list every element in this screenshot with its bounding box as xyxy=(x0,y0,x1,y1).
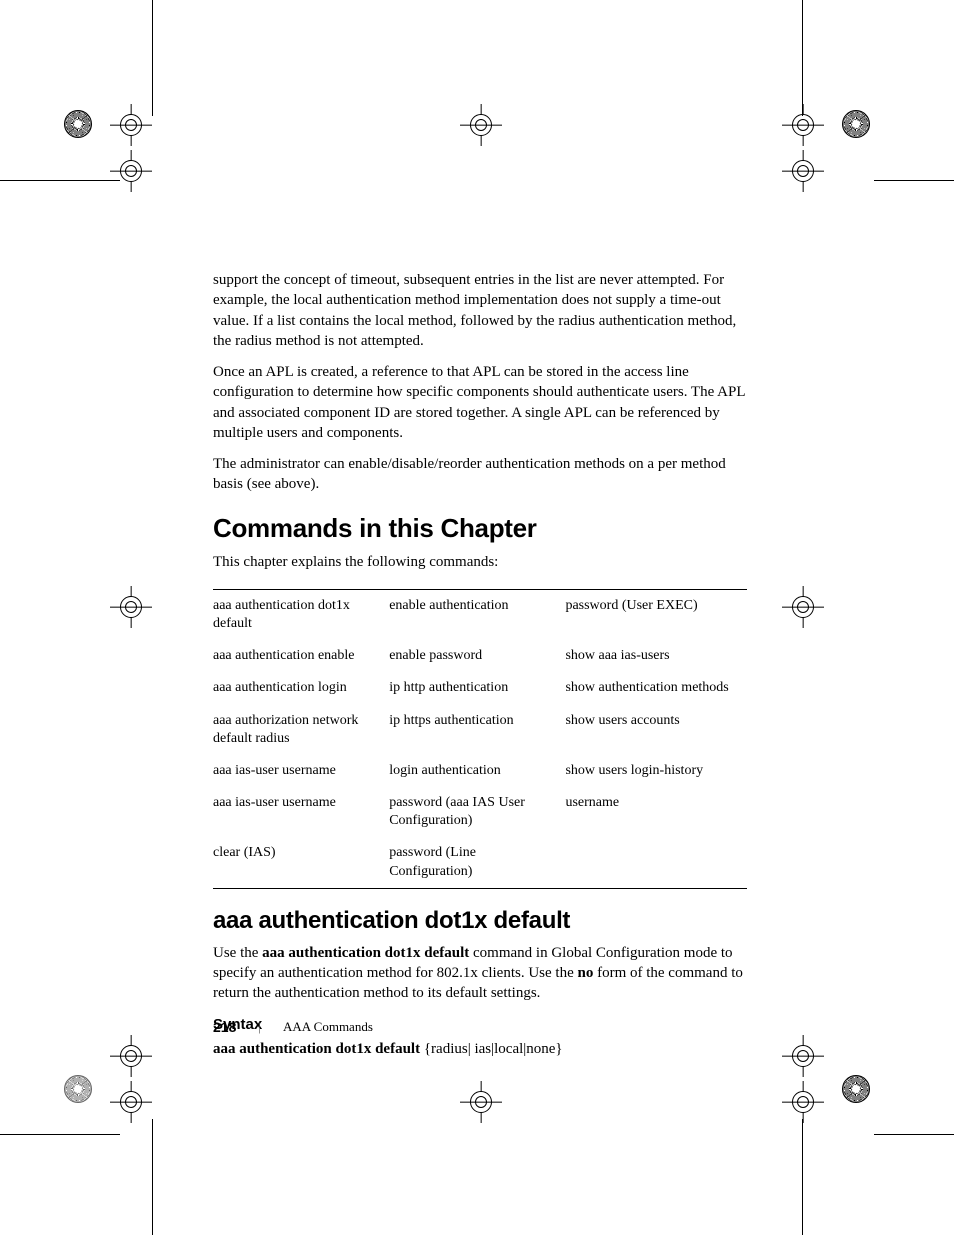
page-footer: 218 | AAA Commands xyxy=(213,1019,373,1035)
crop-mark xyxy=(782,562,892,672)
section-intro: This chapter explains the following comm… xyxy=(213,552,747,572)
body-paragraph: support the concept of timeout, subseque… xyxy=(213,270,747,351)
table-cell: username xyxy=(565,787,747,837)
table-cell: password (Line Configuration) xyxy=(389,837,565,888)
table-row: aaa authentication dot1x defaultenable a… xyxy=(213,589,747,640)
table-cell: aaa ias-user username xyxy=(213,755,389,787)
command-name-bold: aaa authentication dot1x default xyxy=(262,945,469,961)
table-cell: password (User EXEC) xyxy=(565,589,747,640)
commands-table: aaa authentication dot1x defaultenable a… xyxy=(213,589,747,889)
table-cell: show authentication methods xyxy=(565,672,747,704)
table-cell xyxy=(565,837,747,888)
table-cell: login authentication xyxy=(389,755,565,787)
command-description: Use the aaa authentication dot1x default… xyxy=(213,943,747,1004)
table-row: aaa ias-user usernamelogin authenticatio… xyxy=(213,755,747,787)
syntax-command-bold: aaa authentication dot1x default xyxy=(213,1041,420,1057)
crop-mark xyxy=(72,1045,182,1155)
table-row: aaa authentication loginip http authenti… xyxy=(213,672,747,704)
guide-line xyxy=(0,180,120,181)
guide-line xyxy=(152,1119,153,1235)
footer-separator: | xyxy=(258,1019,261,1035)
table-cell: aaa authentication login xyxy=(213,672,389,704)
table-cell: show users accounts xyxy=(565,705,747,755)
syntax-line: aaa authentication dot1x default {radius… xyxy=(213,1039,747,1059)
crop-mark xyxy=(422,80,532,190)
guide-line xyxy=(874,1134,954,1135)
section-heading-commands: Commands in this Chapter xyxy=(213,513,747,544)
table-row: aaa ias-user usernamepassword (aaa IAS U… xyxy=(213,787,747,837)
crop-mark xyxy=(782,80,892,190)
body-paragraph: The administrator can enable/disable/reo… xyxy=(213,454,747,495)
guide-line xyxy=(802,1119,803,1235)
chapter-name: AAA Commands xyxy=(283,1019,373,1035)
page-number: 218 xyxy=(213,1019,236,1035)
syntax-args: {radius| ias|local|none} xyxy=(420,1041,563,1057)
text: Use the xyxy=(213,945,262,961)
table-cell: aaa authorization network default radius xyxy=(213,705,389,755)
keyword-bold: no xyxy=(577,965,593,981)
table-cell: password (aaa IAS User Configuration) xyxy=(389,787,565,837)
table-cell: aaa ias-user username xyxy=(213,787,389,837)
table-cell: aaa authentication dot1x default xyxy=(213,589,389,640)
table-cell: enable password xyxy=(389,640,565,672)
table-cell: clear (IAS) xyxy=(213,837,389,888)
guide-line xyxy=(874,180,954,181)
body-paragraph: Once an APL is created, a reference to t… xyxy=(213,362,747,443)
guide-line xyxy=(152,0,153,116)
guide-line xyxy=(0,1134,120,1135)
crop-mark xyxy=(782,1045,892,1155)
table-row: aaa authorization network default radius… xyxy=(213,705,747,755)
table-row: aaa authentication enableenable password… xyxy=(213,640,747,672)
table-cell: ip http authentication xyxy=(389,672,565,704)
crop-mark xyxy=(72,80,182,190)
table-cell: show aaa ias-users xyxy=(565,640,747,672)
table-cell: aaa authentication enable xyxy=(213,640,389,672)
table-cell: ip https authentication xyxy=(389,705,565,755)
table-cell: enable authentication xyxy=(389,589,565,640)
guide-line xyxy=(802,0,803,116)
page-content: support the concept of timeout, subseque… xyxy=(213,270,747,1070)
crop-mark xyxy=(72,562,182,672)
section-heading-aaa-auth: aaa authentication dot1x default xyxy=(213,907,747,935)
table-row: clear (IAS)password (Line Configuration) xyxy=(213,837,747,888)
table-cell: show users login-history xyxy=(565,755,747,787)
